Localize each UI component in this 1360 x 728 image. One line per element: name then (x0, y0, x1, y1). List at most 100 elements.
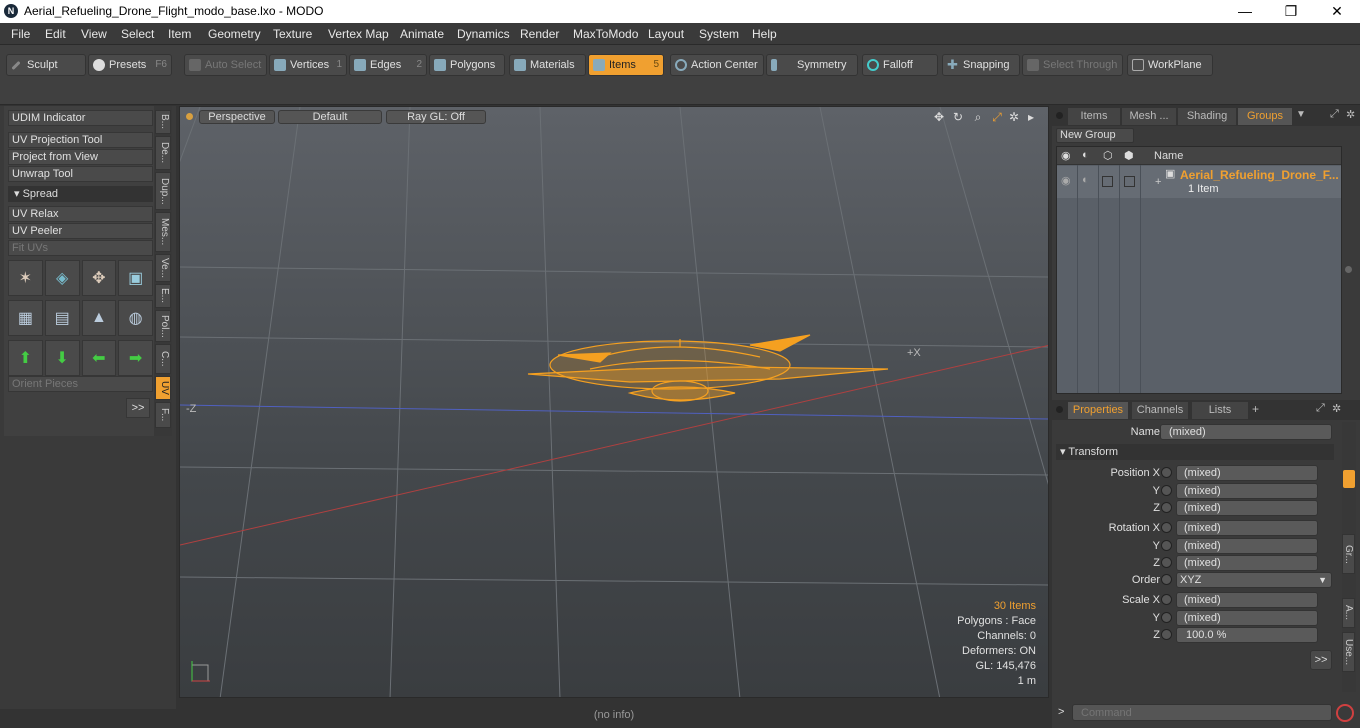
pan-icon[interactable]: ✥ (932, 110, 946, 124)
menu-edit[interactable]: Edit (45, 27, 66, 41)
rotation-x-field[interactable]: (mixed) (1176, 520, 1318, 536)
uv-projection-tool-button[interactable]: UV Projection Tool (8, 132, 153, 148)
panel-settings-icon[interactable]: ✲ (1346, 108, 1355, 121)
arrow-left-icon[interactable]: ⬅ (81, 340, 117, 376)
sculpt-button[interactable]: Sculpt (6, 54, 86, 76)
uv-sphere-icon[interactable]: ◍ (118, 300, 153, 336)
command-input[interactable] (1072, 704, 1332, 721)
tab-properties[interactable]: Properties (1068, 402, 1128, 419)
tab-uv[interactable]: UV (155, 376, 171, 400)
group-row[interactable]: ◉ ◐ + ▣ Aerial_Refueling_Drone_F... 1 It… (1057, 166, 1341, 198)
name-column-header[interactable]: Name (1154, 150, 1183, 162)
uv-relax-button[interactable]: UV Relax (8, 206, 153, 222)
rotation-y-field[interactable]: (mixed) (1176, 538, 1318, 554)
groups-scrollbar[interactable] (1342, 146, 1356, 394)
viewport-dot-icon[interactable] (186, 113, 193, 120)
scale-y-anim-icon[interactable] (1161, 612, 1172, 623)
uv-peeler-button[interactable]: UV Peeler (8, 223, 153, 239)
lock-cube-icon[interactable]: ⬡ (1103, 149, 1113, 162)
udim-indicator-button[interactable]: UDIM Indicator (8, 110, 153, 126)
menu-help[interactable]: Help (752, 27, 777, 41)
tab-curve[interactable]: C... (155, 344, 171, 374)
menu-system[interactable]: System (699, 27, 739, 41)
auto-select-button[interactable]: Auto Select (184, 54, 267, 76)
rotation-z-anim-icon[interactable] (1161, 557, 1172, 568)
fit-icon[interactable]: ⤢ (990, 110, 1004, 124)
viewport-menu-icon[interactable]: ▸ (1024, 110, 1038, 124)
arrow-up-icon[interactable]: ⬆ (8, 340, 43, 376)
side-tab-groups[interactable]: Gr... (1342, 534, 1355, 574)
zoom-icon[interactable]: ⌕ (971, 110, 985, 124)
spread-section[interactable]: ▾ Spread (8, 186, 153, 202)
position-x-field[interactable]: (mixed) (1176, 465, 1318, 481)
items-button[interactable]: Items 5 (588, 54, 664, 76)
materials-button[interactable]: Materials (509, 54, 586, 76)
menu-geometry[interactable]: Geometry (208, 27, 261, 41)
menu-file[interactable]: File (11, 27, 30, 41)
rotation-z-field[interactable]: (mixed) (1176, 555, 1318, 571)
more-properties-button[interactable]: >> (1310, 650, 1332, 670)
menu-dynamics[interactable]: Dynamics (457, 27, 510, 41)
arrow-right-icon[interactable]: ➡ (118, 340, 153, 376)
presets-button[interactable]: Presets F6 (88, 54, 172, 76)
uv-move-icon[interactable]: ✥ (81, 260, 117, 296)
name-field[interactable]: (mixed) (1160, 424, 1332, 440)
scale-x-field[interactable]: (mixed) (1176, 592, 1318, 608)
panel-settings-icon[interactable]: ✲ (1332, 402, 1341, 415)
order-select[interactable]: XYZ ▼ (1176, 572, 1332, 588)
menu-texture[interactable]: Texture (273, 27, 312, 41)
project-from-view-button[interactable]: Project from View (8, 149, 153, 165)
perspective-button[interactable]: Perspective (199, 110, 275, 124)
side-tab-a[interactable]: A... (1342, 598, 1355, 628)
more-tools-button[interactable]: >> (126, 398, 150, 418)
menu-animate[interactable]: Animate (400, 27, 444, 41)
menu-select[interactable]: Select (121, 27, 154, 41)
uv-cube-icon[interactable]: ▦ (8, 300, 43, 336)
panel-dot-icon[interactable] (1056, 112, 1063, 119)
record-icon[interactable] (1336, 704, 1354, 722)
side-tab-user[interactable]: Use... (1342, 632, 1355, 672)
select-through-button[interactable]: Select Through (1022, 54, 1123, 76)
menu-item[interactable]: Item (168, 27, 191, 41)
panel-dot-icon[interactable] (1056, 406, 1063, 413)
arrow-down-icon[interactable]: ⬇ (44, 340, 80, 376)
position-z-anim-icon[interactable] (1161, 502, 1172, 513)
tab-polygon[interactable]: Pol... (155, 310, 171, 342)
scroll-handle[interactable] (1345, 266, 1352, 273)
scale-z-anim-icon[interactable] (1161, 629, 1172, 640)
scale-x-anim-icon[interactable] (1161, 594, 1172, 605)
row-eye-icon[interactable]: ◉ (1061, 174, 1071, 187)
position-y-anim-icon[interactable] (1161, 485, 1172, 496)
close-button[interactable]: ✕ (1314, 0, 1360, 23)
row-render-icon[interactable]: ◐ (1082, 174, 1089, 186)
maximize-button[interactable]: ❐ (1268, 0, 1314, 23)
viewport-settings-icon[interactable]: ✲ (1007, 110, 1021, 124)
tab-lists[interactable]: Lists (1192, 402, 1248, 419)
tab-shading[interactable]: Shading (1178, 108, 1236, 125)
position-y-field[interactable]: (mixed) (1176, 483, 1318, 499)
visibility-eye-icon[interactable]: ◉ (1061, 149, 1071, 162)
tab-duplicate[interactable]: Dup... (155, 172, 171, 210)
position-z-field[interactable]: (mixed) (1176, 500, 1318, 516)
group-name[interactable]: Aerial_Refueling_Drone_F... (1180, 168, 1339, 182)
unwrap-tool-button[interactable]: Unwrap Tool (8, 166, 153, 182)
tab-fusion[interactable]: F... (155, 402, 171, 428)
add-tab-icon[interactable]: + (1252, 402, 1259, 416)
minimize-button[interactable]: — (1222, 0, 1268, 23)
scale-z-field[interactable]: 100.0 % (1176, 627, 1318, 643)
uv-transform-icon[interactable]: ✶ (8, 260, 43, 296)
row-select-checkbox[interactable] (1124, 176, 1135, 187)
panel-expand-icon[interactable]: ⤢ (1316, 402, 1325, 415)
uv-rotate-icon[interactable]: ◈ (44, 260, 80, 296)
uv-perspective-icon[interactable]: ▲ (81, 300, 117, 336)
scale-y-field[interactable]: (mixed) (1176, 610, 1318, 626)
position-x-anim-icon[interactable] (1161, 467, 1172, 478)
shading-mode-button[interactable]: Default (278, 110, 382, 124)
symmetry-button[interactable]: Symmetry (766, 54, 858, 76)
edges-button[interactable]: Edges 2 (349, 54, 427, 76)
rotate-icon[interactable]: ↻ (951, 110, 965, 124)
orient-pieces-button[interactable]: Orient Pieces (8, 376, 153, 392)
row-lock-checkbox[interactable] (1102, 176, 1113, 187)
tab-groups[interactable]: Groups (1238, 108, 1292, 125)
tabs-dropdown-icon[interactable]: ▼ (1296, 109, 1306, 120)
